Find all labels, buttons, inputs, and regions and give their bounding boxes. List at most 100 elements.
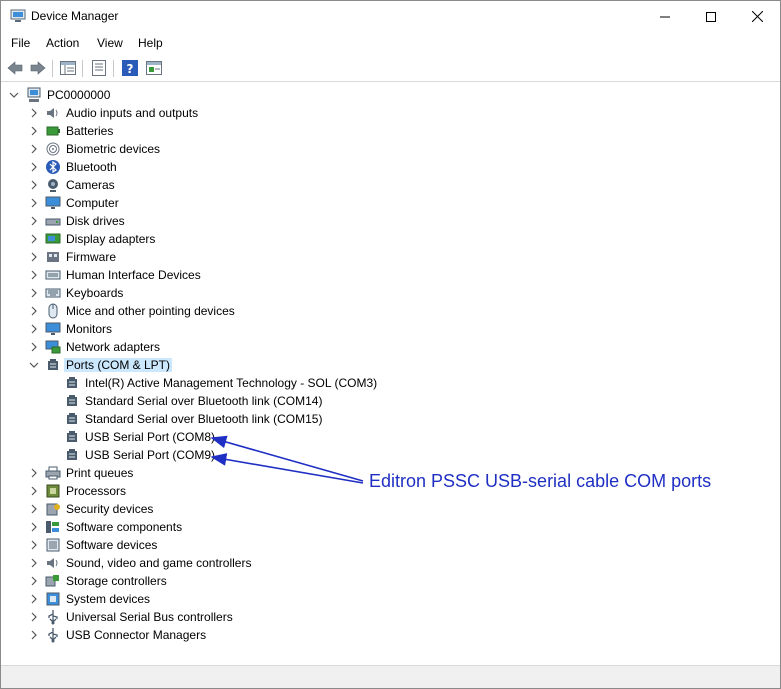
tree-category-label: Ports (COM & LPT) [64, 358, 173, 372]
tree-category-label: Keyboards [66, 286, 124, 300]
tree-category-human-interface-devices[interactable]: Human Interface Devices [1, 266, 401, 284]
processor-icon [46, 484, 60, 498]
chevron-right-icon[interactable] [29, 252, 39, 262]
minimize-button[interactable] [642, 1, 688, 32]
chevron-right-icon[interactable] [29, 108, 39, 118]
tree-device-label: Standard Serial over Bluetooth link (COM… [85, 394, 323, 408]
chevron-down-icon[interactable] [9, 90, 19, 100]
port-icon [67, 431, 77, 442]
tree-category-audio-inputs-and-outputs[interactable]: Audio inputs and outputs [1, 104, 401, 122]
chevron-right-icon[interactable] [29, 270, 39, 280]
tree-device-usb-serial-port-com8[interactable]: USB Serial Port (COM8) [1, 428, 421, 446]
tree-category-label: System devices [66, 592, 151, 606]
chevron-right-icon[interactable] [29, 144, 39, 154]
tree-category-label: Sound, video and game controllers [66, 556, 252, 570]
tree-category-software-components[interactable]: Software components [1, 518, 401, 536]
menu-action[interactable]: Action [46, 36, 79, 50]
chevron-right-icon[interactable] [29, 594, 39, 604]
chevron-right-icon[interactable] [29, 288, 39, 298]
menu-view[interactable]: View [97, 36, 123, 50]
tree-category-sound-video-and-game-controllers[interactable]: Sound, video and game controllers [1, 554, 401, 572]
chevron-right-icon[interactable] [29, 522, 39, 532]
chevron-right-icon[interactable] [29, 342, 39, 352]
tree-category-security-devices[interactable]: Security devices [1, 500, 401, 518]
tree-root[interactable]: PC0000000 [1, 86, 301, 104]
device-manager-window: Device Manager File Action View Help ? P… [0, 0, 781, 689]
port-icon [67, 413, 77, 424]
tree-category-monitors[interactable]: Monitors [1, 320, 401, 338]
chevron-right-icon[interactable] [29, 630, 39, 640]
chevron-right-icon[interactable] [29, 126, 39, 136]
chevron-right-icon[interactable] [29, 540, 39, 550]
root-label: PC0000000 [47, 88, 111, 102]
toolbar-separator [82, 60, 83, 77]
chevron-right-icon[interactable] [29, 306, 39, 316]
tree-category-cameras[interactable]: Cameras [1, 176, 401, 194]
chevron-right-icon[interactable] [29, 576, 39, 586]
tree-category-print-queues[interactable]: Print queues [1, 464, 401, 482]
menu-help[interactable]: Help [138, 36, 163, 50]
tree-category-universal-serial-bus-controllers[interactable]: Universal Serial Bus controllers [1, 608, 401, 626]
chevron-right-icon[interactable] [29, 162, 39, 172]
tree-category-computer[interactable]: Computer [1, 194, 401, 212]
chevron-right-icon[interactable] [29, 216, 39, 226]
mouse-icon [48, 303, 58, 319]
tree-category-keyboards[interactable]: Keyboards [1, 284, 401, 302]
chevron-right-icon[interactable] [29, 468, 39, 478]
help-button[interactable]: ? [121, 59, 139, 77]
tree-category-label: USB Connector Managers [66, 628, 207, 642]
tree-category-ports-com-lpt[interactable]: Ports (COM & LPT) [1, 356, 401, 374]
usb-icon [48, 628, 58, 643]
properties-button[interactable] [90, 59, 108, 77]
tree-category-display-adapters[interactable]: Display adapters [1, 230, 401, 248]
tree-category-label: Print queues [66, 466, 134, 480]
tree-category-storage-controllers[interactable]: Storage controllers [1, 572, 401, 590]
back-button[interactable] [6, 59, 24, 77]
chevron-right-icon[interactable] [29, 198, 39, 208]
tree-category-label: Monitors [66, 322, 113, 336]
menu-file[interactable]: File [11, 36, 30, 50]
tree-category-firmware[interactable]: Firmware [1, 248, 401, 266]
chevron-right-icon[interactable] [29, 612, 39, 622]
tree-category-label: Firmware [66, 250, 116, 264]
tree-category-batteries[interactable]: Batteries [1, 122, 401, 140]
fingerprint-icon [46, 142, 60, 156]
show-hide-tree-button[interactable] [59, 59, 77, 77]
chevron-down-icon[interactable] [29, 360, 39, 370]
hid-icon [45, 270, 61, 280]
tree-category-processors[interactable]: Processors [1, 482, 401, 500]
close-button[interactable] [734, 1, 780, 32]
software-component-icon [46, 521, 59, 533]
chevron-right-icon[interactable] [29, 558, 39, 568]
tree-device-standard-serial-over-bluetooth-link-com14[interactable]: Standard Serial over Bluetooth link (COM… [1, 392, 421, 410]
tree-category-label: Display adapters [66, 232, 156, 246]
port-icon [67, 449, 77, 460]
disk-drive-icon [45, 218, 61, 226]
device-manager-icon [10, 9, 26, 22]
maximize-button[interactable] [688, 1, 734, 32]
tree-category-system-devices[interactable]: System devices [1, 590, 401, 608]
forward-button[interactable] [29, 59, 47, 77]
chevron-right-icon[interactable] [29, 504, 39, 514]
chevron-right-icon[interactable] [29, 180, 39, 190]
tree-category-label: Processors [66, 484, 127, 498]
tree-category-bluetooth[interactable]: Bluetooth [1, 158, 401, 176]
tree-category-network-adapters[interactable]: Network adapters [1, 338, 401, 356]
window-title: Device Manager [31, 9, 119, 23]
tree-category-disk-drives[interactable]: Disk drives [1, 212, 401, 230]
tree-category-software-devices[interactable]: Software devices [1, 536, 401, 554]
back-arrow-icon [7, 61, 23, 75]
tree-category-usb-connector-managers[interactable]: USB Connector Managers [1, 626, 401, 644]
camera-icon [48, 179, 58, 192]
tree-category-biometric-devices[interactable]: Biometric devices [1, 140, 401, 158]
tree-device-standard-serial-over-bluetooth-link-com15[interactable]: Standard Serial over Bluetooth link (COM… [1, 410, 421, 428]
tree-device-usb-serial-port-com9[interactable]: USB Serial Port (COM9) [1, 446, 421, 464]
scan-hardware-button[interactable] [145, 59, 163, 77]
usb-icon [48, 610, 58, 625]
tree-category-mice-and-other-pointing-devices[interactable]: Mice and other pointing devices [1, 302, 401, 320]
chevron-right-icon[interactable] [29, 324, 39, 334]
chevron-right-icon[interactable] [29, 234, 39, 244]
tree-device-intel-r-active-management-technology-sol-com3[interactable]: Intel(R) Active Management Technology - … [1, 374, 421, 392]
chevron-right-icon[interactable] [29, 486, 39, 496]
help-icon: ? [122, 60, 138, 76]
